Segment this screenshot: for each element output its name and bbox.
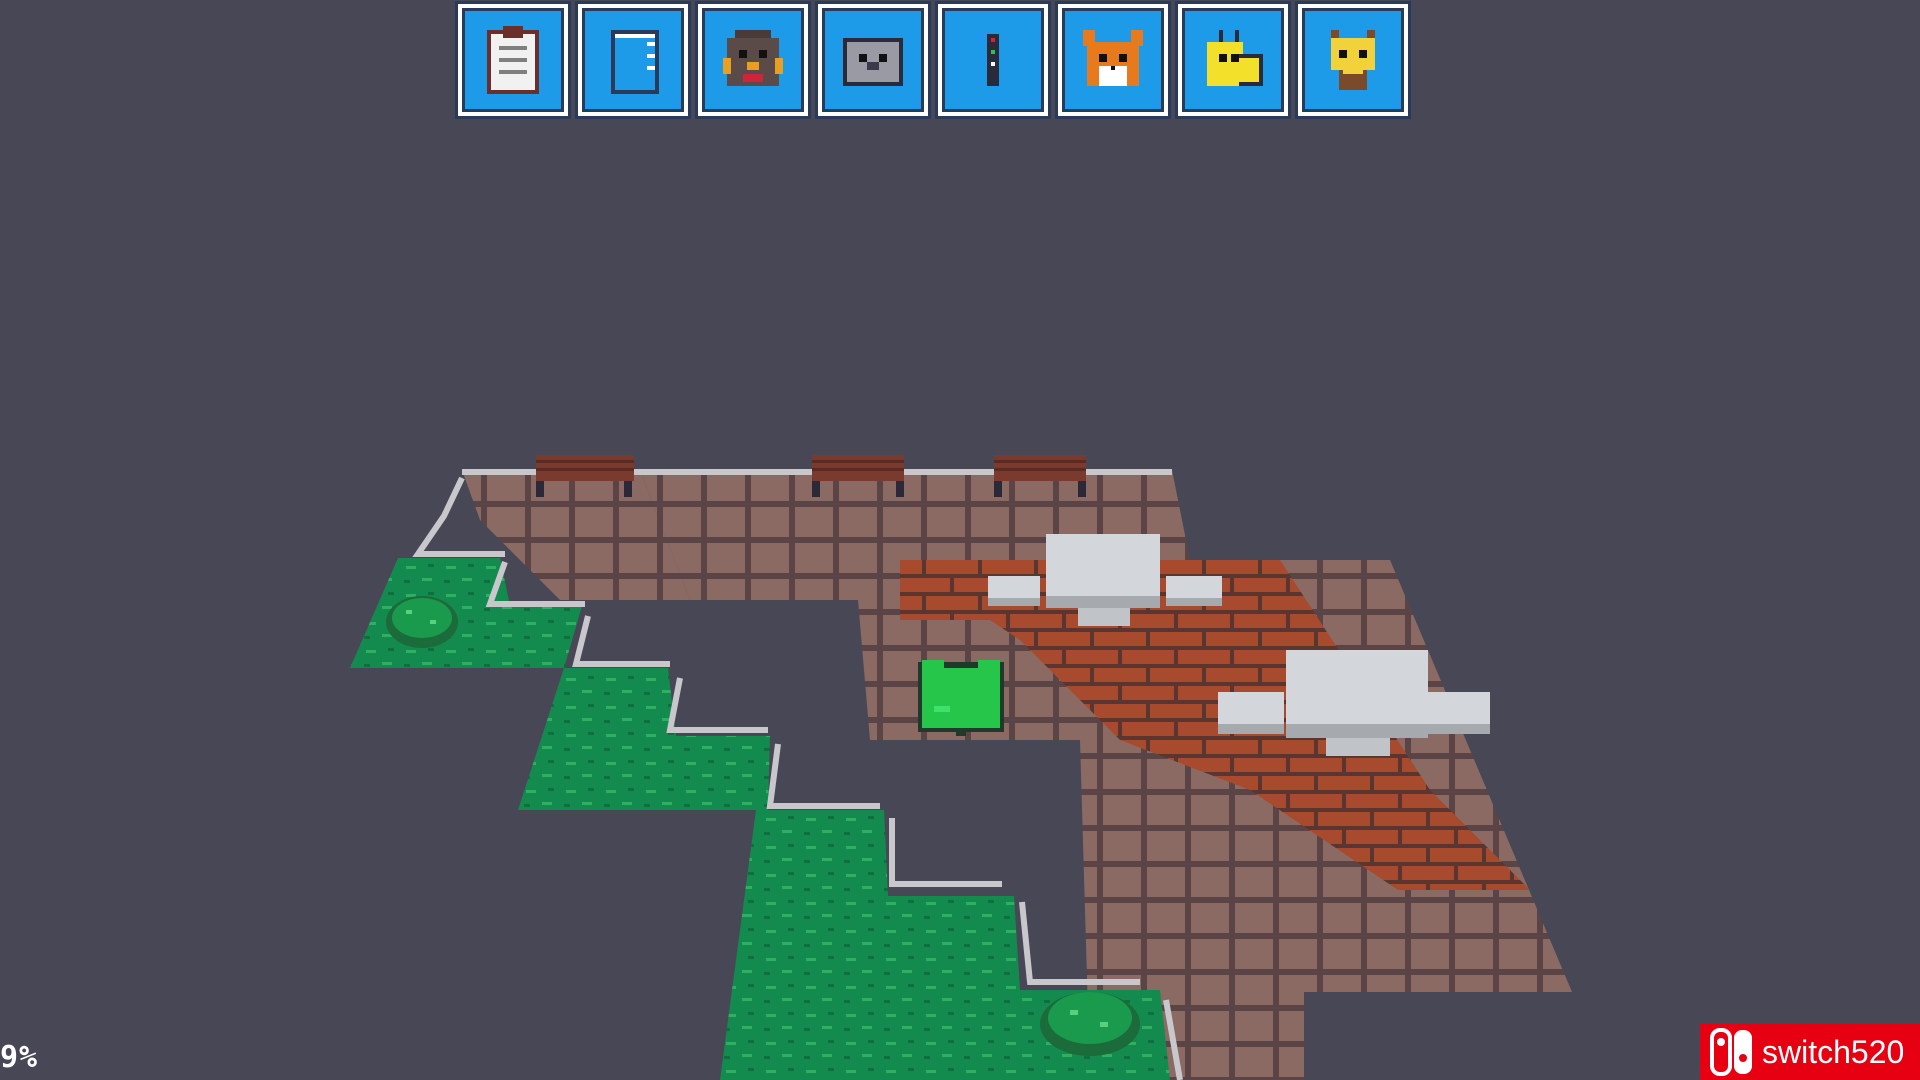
bush-2 (1040, 992, 1140, 1056)
watermark-text: switch520 (1762, 1033, 1905, 1070)
toolbar-slot-koala[interactable] (818, 4, 928, 116)
clipboard-icon (487, 26, 539, 94)
giraffe-character-icon (1331, 30, 1375, 90)
toolbar-slot-giraffe[interactable] (1298, 4, 1408, 116)
toolbar-slot-yellow-bird[interactable] (1178, 4, 1288, 116)
toolbar-slot-fox[interactable] (1058, 4, 1168, 116)
switch-logo-icon (1710, 1028, 1752, 1076)
bush-1 (386, 596, 458, 648)
notebook-icon (611, 30, 659, 94)
watermark: switch520 (1700, 1024, 1920, 1080)
koala-character-icon (843, 38, 903, 86)
yellow-bird-character-icon (1207, 30, 1263, 86)
toolbar-slot-brown-bird[interactable] (698, 4, 808, 116)
orange-fox-character-icon (1083, 30, 1143, 86)
grass-patch-2 (518, 668, 770, 810)
toolbar-slot-remote[interactable] (938, 4, 1048, 116)
progress-percentage: 9% (0, 1040, 39, 1075)
player-frog[interactable] (918, 660, 1004, 736)
toolbar-slot-notebook[interactable] (578, 4, 688, 116)
brown-bird-character-icon (723, 30, 783, 86)
inventory-toolbar (458, 4, 1408, 124)
toolbar-slot-clipboard[interactable] (458, 4, 568, 116)
game-world (350, 455, 1572, 1080)
remote-control-icon (987, 34, 999, 86)
